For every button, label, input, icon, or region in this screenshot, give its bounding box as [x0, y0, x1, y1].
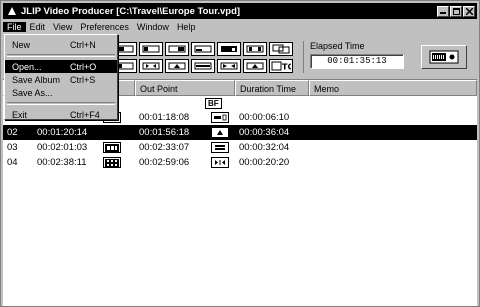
duration-cell: 00:00:06:10 [239, 112, 290, 123]
bf-badge-cell: BF [205, 98, 222, 109]
app-icon [6, 5, 18, 17]
bf-badge: BF [205, 98, 222, 109]
transition-button[interactable] [217, 42, 241, 56]
menu-separator [7, 102, 115, 105]
out-point-cell: 00:02:59:06 [139, 157, 190, 168]
out-transition-cell [207, 142, 235, 153]
minimize-button[interactable] [437, 5, 449, 17]
transition-button[interactable] [165, 42, 189, 56]
transition-button[interactable] [217, 59, 241, 73]
elapsed-time-value: 00:01:35:13 [310, 54, 404, 69]
transition-button[interactable] [269, 42, 293, 56]
file-menu-dropdown: New Ctrl+N Open... Ctrl+O Save Album Ctr… [4, 34, 118, 120]
menu-preferences[interactable]: Preferences [76, 22, 133, 32]
transition-button-grid: TC [113, 42, 293, 73]
elapsed-time-panel: Elapsed Time 00:01:35:13 [303, 41, 409, 73]
col-header-memo[interactable]: Memo [309, 80, 477, 96]
transition-button[interactable] [139, 59, 163, 73]
row-number: 02 [7, 127, 18, 138]
title-bar[interactable]: JLIP Video Producer [C:\Travel\Europe To… [3, 3, 477, 19]
tc-button[interactable]: TC [269, 59, 293, 73]
col-header-out-point[interactable]: Out Point [135, 80, 235, 96]
out-point-cell: 00:01:18:08 [139, 112, 190, 123]
menu-window[interactable]: Window [133, 22, 173, 32]
app-window: JLIP Video Producer [C:\Travel\Europe To… [0, 0, 480, 307]
vcr-deck-button[interactable] [421, 45, 467, 69]
menu-help[interactable]: Help [173, 22, 200, 32]
menu-edit[interactable]: Edit [26, 22, 50, 32]
out-transition-cell [207, 157, 235, 168]
menu-item-open[interactable]: Open... Ctrl+O [5, 60, 117, 73]
transition-button[interactable] [191, 42, 215, 56]
close-button[interactable] [463, 5, 475, 17]
menu-item-new[interactable]: New Ctrl+N [5, 38, 117, 51]
film-icon [103, 142, 121, 153]
out-point-cell: 00:01:56:18 [139, 127, 190, 138]
vcr-icon [429, 50, 459, 64]
maximize-button[interactable] [450, 5, 462, 17]
table-row[interactable]: 03 00:02:01:03 00:02:33:07 00:00:32:04 [3, 140, 477, 155]
in-transition-cell [99, 142, 135, 153]
menu-item-exit[interactable]: Exit Ctrl+F4 [5, 108, 117, 121]
out-transition-cell [207, 112, 235, 123]
duration-cell: 00:00:32:04 [239, 142, 290, 153]
transition-button[interactable] [165, 59, 189, 73]
menu-separator [7, 54, 115, 57]
transition-button[interactable] [191, 59, 215, 73]
col-header-duration[interactable]: Duration Time [235, 80, 309, 96]
tc-label: TC [282, 63, 291, 72]
window-title: JLIP Video Producer [C:\Travel\Europe To… [21, 5, 241, 17]
duration-cell: 00:00:20:20 [239, 157, 290, 168]
out-transition-cell [207, 127, 235, 138]
table-row[interactable]: 02 00:01:20:14 00:01:56:18 00:00:36:04 [3, 125, 477, 140]
row-number: 04 [7, 157, 18, 168]
duration-cell: 00:00:36:04 [239, 127, 290, 138]
transition-button[interactable] [139, 42, 163, 56]
in-point-cell: 00:02:01:03 [37, 142, 88, 153]
transition-button[interactable] [243, 42, 267, 56]
in-transition-cell [99, 157, 135, 168]
table-row[interactable]: 04 00:02:38:11 00:02:59:06 00:00:20:20 [3, 155, 477, 170]
elapsed-time-label: Elapsed Time [310, 41, 365, 51]
wipe-icon [211, 112, 229, 123]
in-point-cell: 00:01:20:14 [37, 127, 88, 138]
menu-file[interactable]: File [3, 22, 26, 32]
menu-view[interactable]: View [49, 22, 76, 32]
mosaic-icon [103, 157, 121, 168]
split-icon [211, 157, 229, 168]
menu-bar: File Edit View Preferences Window Help [3, 20, 477, 34]
row-number: 03 [7, 142, 18, 153]
menu-item-save-album[interactable]: Save Album Ctrl+S [5, 73, 117, 86]
out-point-cell: 00:02:33:07 [139, 142, 190, 153]
transition-button[interactable] [243, 59, 267, 73]
stripe-icon [211, 142, 229, 153]
menu-item-save-as[interactable]: Save As... [5, 86, 117, 99]
triangle-up-icon [211, 127, 229, 138]
in-point-cell: 00:02:38:11 [37, 157, 87, 168]
